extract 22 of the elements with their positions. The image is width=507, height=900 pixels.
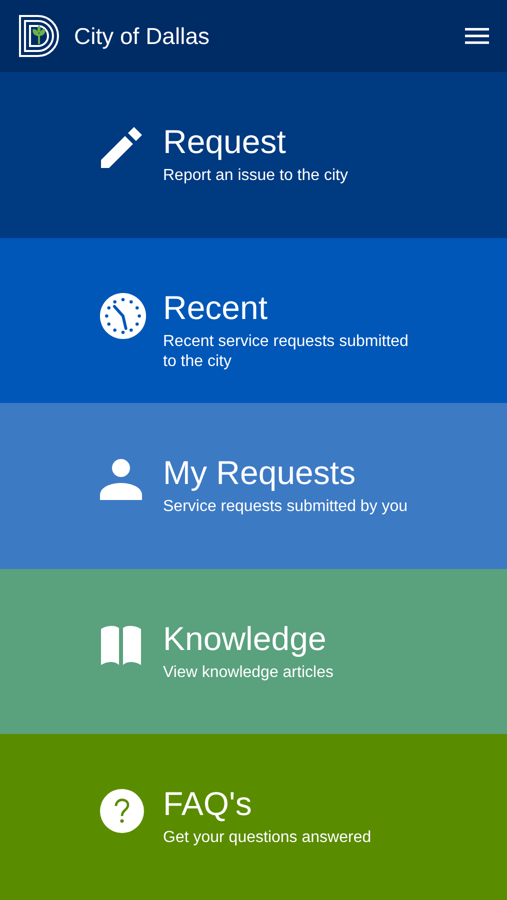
menu-tile[interactable]: Request Report an issue to the city — [0, 72, 507, 238]
tile-subtitle: Recent service requests submitted to the city — [163, 332, 410, 372]
tile-subtitle: Service requests submitted by you — [163, 497, 409, 518]
tile-title: Recent — [163, 288, 269, 328]
tile-subtitle: Report an issue to the city — [163, 166, 349, 186]
help-icon — [99, 788, 145, 834]
logo-icon — [18, 14, 62, 58]
person-icon — [99, 457, 143, 502]
menu-tile[interactable]: Recent Recent service requests submitted to the city — [0, 238, 507, 404]
menu-tile[interactable]: Knowledge View knowledge articles — [0, 568, 507, 734]
menu-tile[interactable]: My Requests Service requests submitted by you — [0, 403, 507, 569]
tile-title: Request — [163, 122, 287, 162]
app-title: City of Dallas — [74, 22, 210, 50]
tile-subtitle: View knowledge articles — [163, 662, 334, 683]
tile-title: My Requests — [163, 453, 357, 494]
menu-icon[interactable] — [465, 27, 489, 45]
tile-title: FAQ's — [163, 784, 253, 824]
pencil-icon — [99, 126, 143, 170]
menu-tile[interactable]: FAQ's Get your questions answered — [0, 734, 507, 900]
clock-icon — [99, 292, 147, 340]
tile-subtitle: Get your questions answered — [163, 828, 372, 848]
tile-title: Knowledge — [163, 618, 328, 659]
